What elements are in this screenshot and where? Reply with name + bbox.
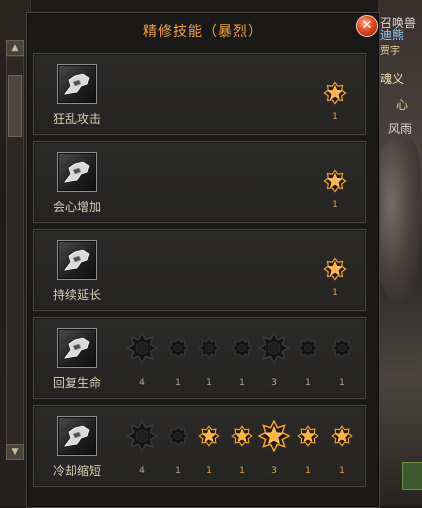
skill-star-icon[interactable]	[322, 80, 348, 106]
skill-node-level: 3	[271, 466, 277, 476]
skill-row[interactable]: 持续延长 1	[33, 229, 366, 311]
skill-node-level: 1	[206, 466, 212, 476]
skill-node-star-icon[interactable]	[296, 336, 320, 360]
skill-node-star-icon[interactable]	[257, 331, 291, 365]
skill-level: 1	[332, 112, 338, 122]
skill-node-level: 1	[239, 378, 245, 388]
skill-node-level: 1	[175, 378, 181, 388]
scene-text: 迪熊	[380, 28, 405, 42]
scene-text: 心	[396, 98, 409, 112]
skill-node-level: 4	[139, 378, 145, 388]
skill-node-level: 1	[305, 466, 311, 476]
scene-text: 贾宇	[380, 46, 400, 57]
scroll-up-button[interactable]: ▲	[6, 40, 24, 56]
skill-name: 冷却缩短	[52, 464, 101, 478]
skill-star-icon[interactable]	[322, 256, 348, 282]
skill-node-star-icon[interactable]	[296, 424, 320, 448]
skill-level: 1	[332, 200, 338, 210]
skill-node-level: 1	[339, 378, 345, 388]
skill-node-level: 4	[139, 466, 145, 476]
skill-node-star-icon[interactable]	[197, 424, 221, 448]
skill-name: 持续延长	[52, 288, 101, 302]
skill-row[interactable]: 冷却缩短 4 1 1 1 3 1 1	[33, 405, 366, 487]
skill-node-star-icon[interactable]	[166, 424, 190, 448]
close-button[interactable]: ✕	[356, 15, 378, 37]
panel-title: 精修技能（暴烈）	[143, 24, 263, 40]
skill-name: 回复生命	[52, 376, 101, 390]
skill-name: 狂乱攻击	[52, 112, 101, 126]
skill-row[interactable]: 回复生命 4 1 1 1 3 1 1	[33, 317, 366, 399]
skill-node-star-icon[interactable]	[330, 336, 354, 360]
scroll-thumb[interactable]	[8, 75, 22, 137]
skill-node-star-icon[interactable]	[330, 424, 354, 448]
skill-level: 1	[332, 288, 338, 298]
skill-node-level: 3	[271, 378, 277, 388]
fist-icon[interactable]	[57, 328, 97, 368]
fist-icon[interactable]	[57, 152, 97, 192]
skill-node-level: 1	[339, 466, 345, 476]
game-scene-background: 召唤兽 迪熊 贾宇 魂义 心 风雨	[372, 0, 422, 506]
scroll-down-button[interactable]: ▼	[6, 444, 24, 460]
skill-node-level: 1	[175, 466, 181, 476]
scene-text: 风雨	[388, 122, 413, 136]
refine-skill-panel: 精修技能（暴烈） ✕ 狂乱攻击 1 会心增加 1 持续延长 1 回复生命 4 1 1 1 3 1 1 冷却缩…	[26, 12, 380, 508]
skill-node-level: 1	[206, 378, 212, 388]
skill-star-icon[interactable]	[322, 168, 348, 194]
skill-node-star-icon[interactable]	[166, 336, 190, 360]
scene-text: 魂义	[380, 72, 405, 86]
skill-node-star-icon[interactable]	[125, 331, 159, 365]
skill-row[interactable]: 狂乱攻击 1	[33, 53, 366, 135]
skill-row[interactable]: 会心增加 1	[33, 141, 366, 223]
fist-icon[interactable]	[57, 416, 97, 456]
skill-node-star-icon[interactable]	[197, 336, 221, 360]
skill-node-star-icon[interactable]	[230, 336, 254, 360]
skill-node-star-icon[interactable]	[257, 419, 291, 453]
skill-name: 会心增加	[52, 200, 101, 214]
skill-node-level: 1	[305, 378, 311, 388]
skill-node-star-icon[interactable]	[230, 424, 254, 448]
skill-node-level: 1	[239, 466, 245, 476]
fist-icon[interactable]	[57, 240, 97, 280]
skill-node-star-icon[interactable]	[125, 419, 159, 453]
hud-corner-icon[interactable]	[402, 462, 422, 490]
fist-icon[interactable]	[57, 64, 97, 104]
